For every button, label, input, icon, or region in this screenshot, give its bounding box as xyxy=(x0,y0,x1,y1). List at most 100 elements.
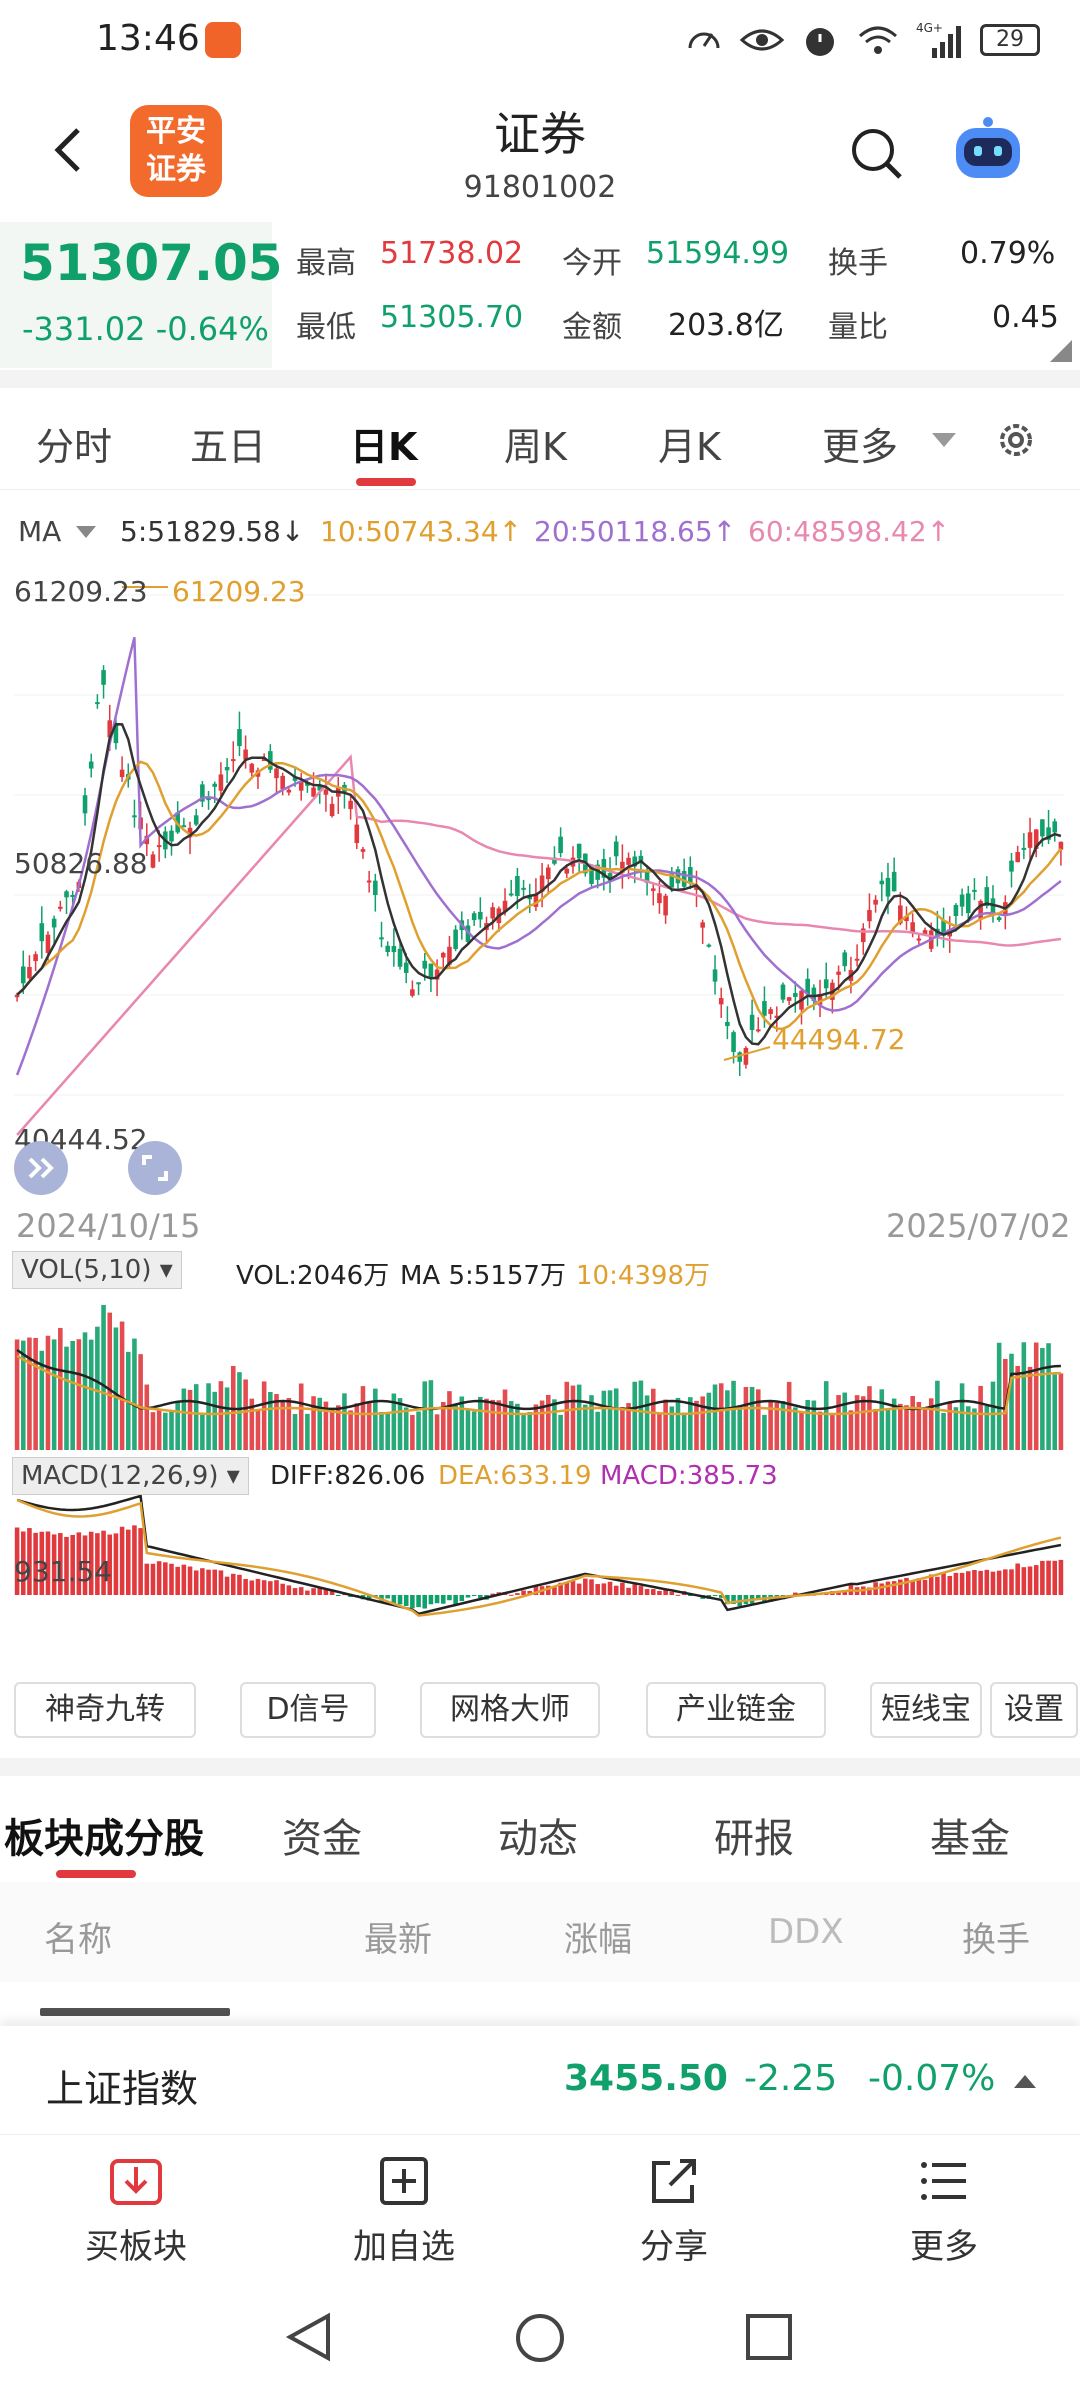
tool-industry-chain[interactable]: 产业链金 xyxy=(646,1682,826,1738)
share-button[interactable]: 分享 xyxy=(574,2153,774,2268)
macd-bar xyxy=(972,1570,977,1595)
page-title: 证券 xyxy=(494,107,586,161)
candle-body xyxy=(440,952,446,958)
volume-bar xyxy=(1058,1373,1064,1450)
tool-d-signal[interactable]: D信号 xyxy=(240,1682,376,1738)
vol-selector[interactable]: VOL(5,10) ▾ xyxy=(12,1251,182,1289)
dropdown-icon[interactable] xyxy=(930,430,958,450)
col-latest[interactable]: 最新 xyxy=(364,1912,432,1961)
candle-body xyxy=(1009,860,1014,872)
volume-bar xyxy=(95,1326,100,1450)
nav-home-icon[interactable] xyxy=(512,2310,568,2366)
volume-ma5-line xyxy=(16,1348,1061,1411)
volume-bar xyxy=(799,1412,804,1450)
macd-bar xyxy=(206,1569,211,1595)
macd-bar xyxy=(644,1589,650,1595)
volume-bar xyxy=(830,1414,835,1450)
tool-settings[interactable]: 设置 xyxy=(990,1682,1078,1738)
macd-bar xyxy=(175,1566,180,1595)
volume-bar xyxy=(144,1384,150,1450)
volume-bar xyxy=(385,1413,390,1450)
tab-timeshare[interactable]: 分时 xyxy=(36,416,112,471)
candle-body xyxy=(119,769,125,778)
macd-bar xyxy=(601,1583,607,1595)
candle-body xyxy=(360,849,366,852)
volume-bar xyxy=(27,1337,32,1450)
svg-text:4G+: 4G+ xyxy=(916,21,943,35)
more-button[interactable]: 更多 xyxy=(844,2153,1044,2268)
volume-bar xyxy=(138,1354,143,1450)
gear-icon[interactable] xyxy=(992,416,1040,464)
tab-constituents[interactable]: 板块成分股 xyxy=(4,1806,204,1864)
volume-bar xyxy=(58,1327,63,1450)
tab-fund[interactable]: 基金 xyxy=(930,1806,1010,1864)
assistant-robot-icon[interactable] xyxy=(950,116,1026,186)
volume-bar xyxy=(854,1395,860,1450)
volume-bar xyxy=(342,1393,347,1450)
col-change[interactable]: 涨幅 xyxy=(564,1912,632,1961)
volume-bar xyxy=(860,1396,866,1450)
col-name[interactable]: 名称 xyxy=(44,1912,112,1961)
candle-body xyxy=(515,876,520,897)
tool-grid-master[interactable]: 网格大师 xyxy=(420,1682,600,1738)
candle-body xyxy=(379,937,384,940)
macd-bar xyxy=(286,1585,292,1595)
tab-more[interactable]: 更多 xyxy=(822,416,898,471)
macd-bar xyxy=(607,1581,613,1595)
index-price: 3455.50 xyxy=(564,2058,728,2099)
candle-body xyxy=(712,969,718,982)
diff-value: DIFF:826.06 xyxy=(270,1461,426,1491)
volume-bar xyxy=(20,1340,26,1450)
tab-daily-k[interactable]: 日K xyxy=(350,416,417,471)
add-watchlist-button[interactable]: 加自选 xyxy=(304,2153,504,2268)
kline-chart-area[interactable]: MA 5:51829.58↓ 10:50743.34↑ 20:50118.65↑… xyxy=(0,495,1080,1660)
candle-body xyxy=(20,966,26,984)
buy-sector-button[interactable]: 买板块 xyxy=(36,2153,236,2268)
security-code: 91801002 xyxy=(463,170,617,205)
volume-bar xyxy=(737,1405,743,1450)
candle-body xyxy=(218,774,224,791)
tool-magic-nine[interactable]: 神奇九转 xyxy=(14,1682,196,1738)
volume-bar xyxy=(1015,1365,1020,1450)
candle-body xyxy=(478,911,483,920)
index-ticker-bar[interactable]: 上证指数 3455.50 -2.25 -0.07% xyxy=(0,2026,1080,2134)
tab-funds-flow[interactable]: 资金 xyxy=(282,1806,362,1864)
volume-bar xyxy=(990,1381,996,1450)
col-turnover[interactable]: 换手 xyxy=(962,1912,1030,1961)
macd-bar xyxy=(632,1584,638,1595)
macd-bar xyxy=(292,1588,298,1595)
nav-back-icon[interactable] xyxy=(282,2310,336,2364)
macd-bar xyxy=(385,1595,390,1599)
volume-bar xyxy=(156,1409,162,1450)
search-icon[interactable] xyxy=(848,125,904,181)
volume-bar xyxy=(657,1413,662,1450)
tab-research[interactable]: 研报 xyxy=(714,1806,794,1864)
volume-bar xyxy=(471,1411,477,1450)
tab-monthly-k[interactable]: 月K xyxy=(658,416,721,471)
section-tabs: 板块成分股 资金 动态 研报 基金 xyxy=(0,1778,1080,1878)
macd-bar xyxy=(508,1594,514,1596)
wifi-icon xyxy=(859,26,897,54)
col-ddx[interactable]: DDX xyxy=(768,1912,844,1952)
macd-bar xyxy=(305,1590,310,1595)
tab-weekly-k[interactable]: 周K xyxy=(504,416,567,471)
volume-ratio-label: 量比 xyxy=(828,310,888,345)
tool-short-term[interactable]: 短线宝 xyxy=(870,1682,982,1738)
partial-list-row xyxy=(40,1998,240,2026)
fullscreen-button[interactable] xyxy=(128,1141,182,1195)
volume-bar xyxy=(613,1388,619,1450)
caret-up-icon[interactable] xyxy=(1012,2072,1038,2090)
volume-bar xyxy=(447,1391,452,1450)
download-box-icon xyxy=(110,2159,162,2205)
macd-bar xyxy=(212,1569,218,1595)
tab-news[interactable]: 动态 xyxy=(498,1806,578,1864)
candle-body xyxy=(576,843,582,859)
tab-five-day[interactable]: 五日 xyxy=(190,416,266,471)
macd-selector[interactable]: MACD(12,26,9) ▾ xyxy=(12,1457,249,1495)
volume-bar xyxy=(650,1388,656,1450)
candle-body xyxy=(33,954,38,962)
scroll-left-button[interactable] xyxy=(14,1141,68,1195)
candle-body xyxy=(1015,852,1020,863)
corner-expand-icon[interactable] xyxy=(1050,340,1072,362)
nav-recents-icon[interactable] xyxy=(744,2312,794,2362)
